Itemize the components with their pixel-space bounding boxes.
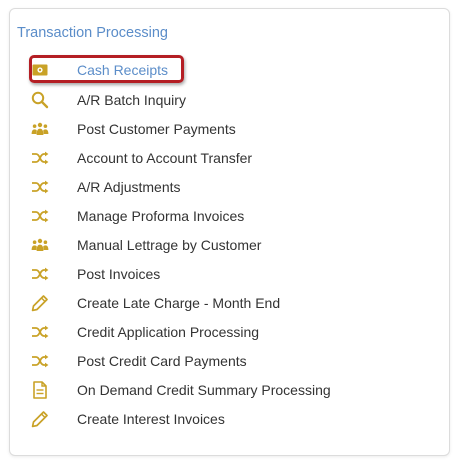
cash-icon: [30, 60, 50, 80]
menu-item-post-credit-card-payments[interactable]: Post Credit Card Payments: [30, 349, 247, 373]
menu-item-manage-proforma-invoices[interactable]: Manage Proforma Invoices: [30, 204, 244, 228]
shuffle-icon: [30, 148, 50, 168]
menu-item-ar-adjustments[interactable]: A/R Adjustments: [30, 175, 181, 199]
menu-item-label: Post Customer Payments: [77, 121, 236, 137]
menu-item-credit-application-processing[interactable]: Credit Application Processing: [30, 320, 259, 344]
menu-item-account-to-account-transfer[interactable]: Account to Account Transfer: [30, 146, 252, 170]
menu-item-label: Credit Application Processing: [77, 324, 260, 340]
menu-item-label: Account to Account Transfer: [77, 150, 253, 166]
search-icon: [30, 90, 50, 110]
section-title: Transaction Processing: [17, 25, 168, 41]
shuffle-icon: [30, 206, 50, 226]
document-icon: [30, 380, 50, 400]
menu-item-label: Manage Proforma Invoices: [77, 208, 245, 224]
menu-item-label: Cash Receipts: [77, 62, 169, 78]
menu-item-label: Post Invoices: [77, 266, 161, 282]
pencil-icon: [30, 293, 50, 313]
menu-item-create-interest-invoices[interactable]: Create Interest Invoices: [30, 407, 225, 431]
menu-item-label: Create Interest Invoices: [77, 411, 225, 427]
menu-item-cash-receipts[interactable]: Cash Receipts: [30, 58, 168, 82]
menu-item-label: A/R Batch Inquiry: [77, 92, 186, 108]
shuffle-icon: [30, 351, 50, 371]
menu-item-label: A/R Adjustments: [77, 179, 181, 195]
shuffle-icon: [30, 177, 50, 197]
shuffle-icon: [30, 264, 50, 284]
menu-item-post-customer-payments[interactable]: Post Customer Payments: [30, 117, 236, 141]
menu-item-on-demand-credit-summary-processing[interactable]: On Demand Credit Summary Processing: [30, 378, 331, 402]
menu-item-post-invoices[interactable]: Post Invoices: [30, 262, 160, 286]
menu-item-create-late-charge-month-end[interactable]: Create Late Charge - Month End: [30, 291, 280, 315]
users-icon: [30, 119, 50, 139]
users-icon: [30, 235, 50, 255]
pencil-icon: [30, 409, 50, 429]
shuffle-icon: [30, 322, 50, 342]
menu-item-label: Create Late Charge - Month End: [77, 295, 281, 311]
menu-item-label: Manual Lettrage by Customer: [77, 237, 262, 253]
menu-item-ar-batch-inquiry[interactable]: A/R Batch Inquiry: [30, 88, 186, 112]
menu-item-label: Post Credit Card Payments: [77, 353, 247, 369]
menu-item-label: On Demand Credit Summary Processing: [77, 382, 331, 398]
menu-item-manual-lettrage-by-customer[interactable]: Manual Lettrage by Customer: [30, 233, 261, 257]
